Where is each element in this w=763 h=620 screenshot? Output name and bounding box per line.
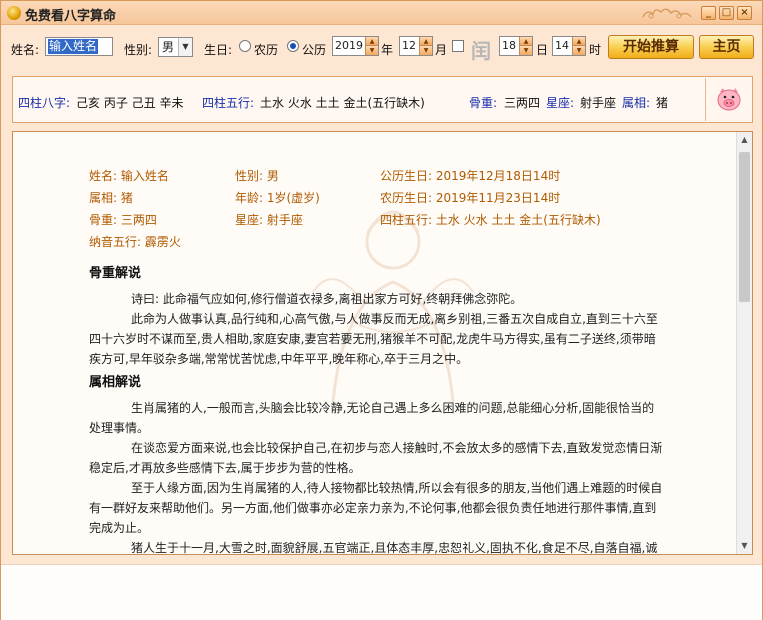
- up-arrow-icon[interactable]: ▲: [520, 37, 532, 46]
- maximize-button[interactable]: □: [719, 6, 734, 20]
- field-wuxing: 四柱五行: 土水 火水 土土 金土(五行缺木): [380, 213, 601, 227]
- pig-icon: [717, 88, 741, 111]
- month-value: 12: [402, 39, 416, 52]
- window-title: 免费看八字算命: [25, 9, 117, 24]
- wuxing-value: 土水 火水 土土 金土(五行缺木): [260, 96, 425, 110]
- solar-label[interactable]: 公历: [302, 41, 326, 58]
- scrollbar-thumb[interactable]: [739, 152, 750, 302]
- field-zodiac: 属相: 猪: [89, 191, 133, 205]
- hour-stepper[interactable]: 14 ▲ ▼: [552, 36, 586, 56]
- close-button[interactable]: ×: [737, 6, 752, 20]
- field-age: 年龄: 1岁(虚岁): [235, 191, 320, 205]
- day-value: 18: [502, 39, 516, 52]
- weight-value: 三两四: [504, 96, 541, 110]
- leap-month-glyph: 闰: [471, 39, 491, 63]
- hour-unit: 时: [589, 43, 602, 57]
- hour-stepper-buttons[interactable]: ▲ ▼: [572, 37, 585, 55]
- year-unit: 年: [381, 43, 394, 57]
- day-stepper-buttons[interactable]: ▲ ▼: [519, 37, 532, 55]
- wuxing-label: 四柱五行:: [202, 96, 255, 110]
- name-input-value: 输入姓名: [48, 39, 99, 54]
- year-stepper[interactable]: 2019 ▲ ▼: [332, 36, 379, 56]
- up-arrow-icon[interactable]: ▲: [573, 37, 585, 46]
- year-stepper-buttons[interactable]: ▲ ▼: [365, 37, 378, 55]
- input-toolbar: 姓名: 输入姓名 性别: 男 ▼ 生日: 农历 公历 2019 ▲ ▼ 年 12 …: [1, 25, 762, 69]
- gender-select[interactable]: 男 ▼: [158, 37, 193, 57]
- month-unit: 月: [435, 43, 448, 57]
- day-stepper[interactable]: 18 ▲ ▼: [499, 36, 533, 56]
- up-arrow-icon[interactable]: ▲: [366, 37, 378, 46]
- leap-month-checkbox[interactable]: [452, 40, 464, 52]
- gender-label: 性别:: [124, 43, 153, 57]
- day-unit: 日: [536, 43, 549, 57]
- weight-explanation: 此命为人做事认真,品行纯和,心高气傲,与人做事反而无成,离乡别祖,三番五次自成自…: [89, 312, 658, 366]
- down-arrow-icon[interactable]: ▼: [420, 46, 432, 55]
- name-label: 姓名:: [11, 43, 40, 57]
- field-constellation: 星座: 射手座: [235, 213, 303, 227]
- gender-select-value: 男: [162, 40, 175, 54]
- star-label: 星座:: [546, 96, 575, 110]
- home-button[interactable]: 主页: [699, 35, 754, 59]
- name-input[interactable]: 输入姓名: [45, 37, 113, 56]
- field-weight: 骨重: 三两四: [89, 213, 157, 227]
- month-stepper[interactable]: 12 ▲ ▼: [399, 36, 433, 56]
- year-value: 2019: [335, 39, 363, 52]
- bazi-value: 己亥 丙子 己丑 辛未: [76, 96, 184, 110]
- hour-value: 14: [555, 39, 569, 52]
- zodiac-label: 属相:: [622, 96, 651, 110]
- zodiac-paragraph-4: 猪人生于十一月,大雪之时,面貌舒展,五官端正,且体态丰厚,忠恕礼义,固执不化,食…: [131, 541, 658, 555]
- app-icon: [7, 6, 21, 20]
- field-lunar-birthday: 农历生日: 2019年11月23日14时: [380, 191, 561, 205]
- birthday-label: 生日:: [204, 43, 233, 57]
- zodiac-paragraph-2: 在谈恋爱方面来说,也会比较保护自己,在初步与恋人接触时,不会放太多的感情下去,直…: [89, 441, 663, 475]
- zodiac-value: 猪: [656, 96, 669, 110]
- summary-strip: 四柱八字: 己亥 丙子 己丑 辛未 四柱五行: 土水 火水 土土 金土(五行缺木…: [12, 76, 753, 123]
- chevron-down-icon: ▼: [178, 38, 192, 56]
- title-bar: 免费看八字算命 _ □ ×: [1, 1, 762, 25]
- zodiac-image-box: [705, 78, 751, 121]
- lunar-radio[interactable]: [239, 40, 251, 52]
- field-nayin: 纳音五行: 霹雳火: [89, 235, 181, 249]
- lunar-label[interactable]: 农历: [254, 41, 278, 58]
- zodiac-paragraph-3: 至于人缘方面,因为生肖属猪的人,待人接物都比较热情,所以会有很多的朋友,当他们遇…: [89, 481, 663, 535]
- start-calculation-button[interactable]: 开始推算: [608, 35, 694, 59]
- field-name: 姓名: 输入姓名: [89, 169, 169, 183]
- zodiac-section-title: 属相解说: [89, 375, 142, 390]
- star-value: 射手座: [580, 96, 617, 110]
- scroll-down-arrow-icon[interactable]: ▼: [737, 538, 752, 554]
- up-arrow-icon[interactable]: ▲: [420, 37, 432, 46]
- weight-label: 骨重:: [469, 96, 498, 110]
- down-arrow-icon[interactable]: ▼: [573, 46, 585, 55]
- down-arrow-icon[interactable]: ▼: [366, 46, 378, 55]
- main-window: 免费看八字算命 _ □ × 姓名: 输入姓名 性别: 男 ▼ 生日: 农历 公历…: [0, 0, 763, 620]
- minimize-button[interactable]: _: [701, 6, 716, 20]
- weight-poem: 诗曰: 此命福气应如何,修行僧道衣禄多,离祖出家方可好,终朝拜佛念弥陀。: [131, 292, 523, 306]
- weight-section-title: 骨重解说: [89, 266, 142, 281]
- month-stepper-buttons[interactable]: ▲ ▼: [419, 37, 432, 55]
- bazi-label: 四柱八字:: [18, 96, 71, 110]
- cloud-decoration-icon: [642, 8, 692, 19]
- bottom-blank-area: [1, 564, 762, 620]
- down-arrow-icon[interactable]: ▼: [520, 46, 532, 55]
- zodiac-paragraph-1: 生肖属猪的人,一般而言,头脑会比较冷静,无论自己遇上多么困难的问题,总能细心分析…: [89, 401, 655, 435]
- field-solar-birthday: 公历生日: 2019年12月18日14时: [380, 169, 561, 183]
- solar-radio[interactable]: [287, 40, 299, 52]
- result-panel[interactable]: 姓名: 输入姓名 性别: 男 公历生日: 2019年12月18日14时 属相: …: [12, 131, 753, 555]
- field-gender: 性别: 男: [235, 169, 279, 183]
- scroll-up-arrow-icon[interactable]: ▲: [737, 132, 752, 148]
- vertical-scrollbar[interactable]: ▲ ▼: [736, 132, 752, 554]
